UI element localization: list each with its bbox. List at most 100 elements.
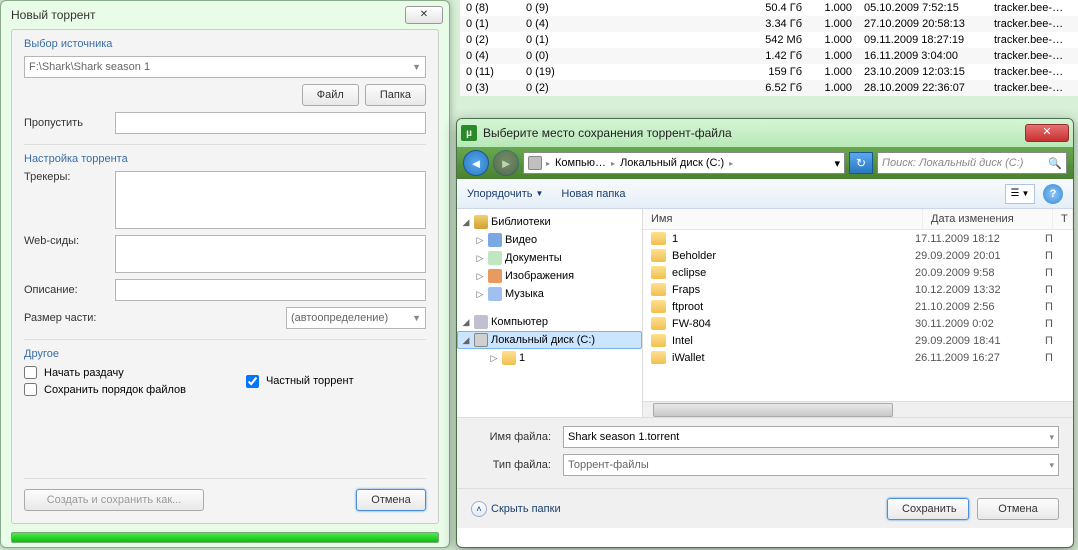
organize-menu[interactable]: Упорядочить▼ bbox=[467, 188, 543, 200]
folder-icon bbox=[651, 249, 666, 262]
table-row[interactable]: 0 (11)0 (19)159 Гб1.00023.10.2009 12:03:… bbox=[460, 64, 1078, 80]
refresh-button[interactable]: ↻ bbox=[849, 152, 873, 174]
tree-local-c[interactable]: ◢Локальный диск (C:) bbox=[457, 331, 642, 349]
filetype-value: Торрент-файлы bbox=[568, 459, 649, 471]
trackers-input[interactable] bbox=[115, 171, 426, 229]
filetype-combo[interactable]: Торрент-файлы ▾ bbox=[563, 454, 1059, 476]
close-button[interactable]: ✕ bbox=[405, 6, 443, 24]
tree-images[interactable]: ▷Изображения bbox=[457, 267, 642, 285]
tree-documents[interactable]: ▷Документы bbox=[457, 249, 642, 267]
folder-tree[interactable]: ◢Библиотеки ▷Видео ▷Документы ▷Изображен… bbox=[457, 209, 643, 417]
chevron-right-icon: ▸ bbox=[729, 159, 733, 168]
piece-size-combo[interactable]: (автоопределение) ▼ bbox=[286, 307, 426, 329]
trackers-label: Трекеры: bbox=[24, 171, 109, 183]
document-icon bbox=[488, 251, 502, 265]
save-file-dialog: µ Выберите место сохранения торрент-файл… bbox=[456, 118, 1074, 548]
chevron-down-icon: ▾ bbox=[1049, 460, 1054, 471]
preserve-order-checkbox[interactable] bbox=[24, 383, 37, 396]
webseeds-input[interactable] bbox=[115, 235, 426, 273]
tree-video[interactable]: ▷Видео bbox=[457, 231, 642, 249]
file-list-header[interactable]: Имя Дата изменения Т bbox=[643, 209, 1073, 230]
file-row[interactable]: 117.11.2009 18:12П bbox=[643, 230, 1073, 247]
music-icon bbox=[488, 287, 502, 301]
chevron-down-icon[interactable]: ▾ bbox=[834, 157, 840, 170]
library-icon bbox=[474, 215, 488, 229]
folder-button[interactable]: Папка bbox=[365, 84, 426, 106]
desc-input[interactable] bbox=[115, 279, 426, 301]
search-input[interactable]: Поиск: Локальный диск (C:) 🔍 bbox=[877, 152, 1067, 174]
cancel-button[interactable]: Отмена bbox=[977, 498, 1059, 520]
preserve-order-label: Сохранить порядок файлов bbox=[44, 384, 186, 396]
titlebar[interactable]: Новый торрент ✕ bbox=[1, 1, 449, 29]
table-row[interactable]: 0 (1)0 (4)3.34 Гб1.00027.10.2009 20:58:1… bbox=[460, 16, 1078, 32]
col-type[interactable]: Т bbox=[1053, 209, 1073, 229]
create-save-button[interactable]: Создать и сохранить как... bbox=[24, 489, 204, 511]
filename-value: Shark season 1.torrent bbox=[568, 431, 679, 443]
table-row[interactable]: 0 (8)0 (9)50.4 Гб1.00005.10.2009 7:52:15… bbox=[460, 0, 1078, 16]
source-path-combo[interactable]: F:\Shark\Shark season 1 ▼ bbox=[24, 56, 426, 78]
file-row[interactable]: FW-80430.11.2009 0:02П bbox=[643, 315, 1073, 332]
crumb-local-c[interactable]: Локальный диск (C:) bbox=[617, 157, 727, 169]
table-row[interactable]: 0 (3)0 (2)6.52 Гб1.00028.10.2009 22:36:0… bbox=[460, 80, 1078, 96]
start-seeding-checkbox[interactable] bbox=[24, 366, 37, 379]
nav-bar: ◄ ► ▸ Компью… ▸ Локальный диск (C:) ▸ ▾ … bbox=[457, 147, 1073, 179]
window-title: Новый торрент bbox=[7, 8, 405, 22]
private-torrent-label: Частный торрент bbox=[266, 375, 354, 387]
file-button[interactable]: Файл bbox=[302, 84, 359, 106]
file-row[interactable]: Intel29.09.2009 18:41П bbox=[643, 332, 1073, 349]
chevron-right-icon: ▸ bbox=[611, 159, 615, 168]
forward-button[interactable]: ► bbox=[493, 150, 519, 176]
table-row[interactable]: 0 (4)0 (0)1.42 Гб1.00016.11.2009 3:04:00… bbox=[460, 48, 1078, 64]
col-modified[interactable]: Дата изменения bbox=[923, 209, 1053, 229]
tree-folder-1[interactable]: ▷1 bbox=[457, 349, 642, 367]
folder-icon bbox=[651, 334, 666, 347]
titlebar[interactable]: µ Выберите место сохранения торрент-файл… bbox=[457, 119, 1073, 147]
crumb-computer[interactable]: Компью… bbox=[552, 157, 609, 169]
tree-computer[interactable]: ◢Компьютер bbox=[457, 313, 642, 331]
private-torrent-checkbox[interactable] bbox=[246, 375, 259, 388]
hide-folders-toggle[interactable]: ˄ Скрыть папки bbox=[471, 501, 561, 517]
chevron-right-icon: ▸ bbox=[546, 159, 550, 168]
source-path-value: F:\Shark\Shark season 1 bbox=[29, 61, 150, 73]
filename-input[interactable]: Shark season 1.torrent ▾ bbox=[563, 426, 1059, 448]
view-mode-button[interactable]: ☰▼ bbox=[1005, 184, 1035, 204]
close-button[interactable]: ✕ bbox=[1025, 124, 1069, 142]
folder-icon bbox=[502, 351, 516, 365]
chevron-down-icon: ▾ bbox=[1049, 432, 1054, 443]
file-row[interactable]: Beholder29.09.2009 20:01П bbox=[643, 247, 1073, 264]
tree-music[interactable]: ▷Музыка bbox=[457, 285, 642, 303]
scrollbar-thumb[interactable] bbox=[653, 403, 893, 417]
help-button[interactable]: ? bbox=[1043, 184, 1063, 204]
new-torrent-dialog: Новый торрент ✕ Выбор источника F:\Shark… bbox=[0, 0, 450, 548]
piece-size-value: (автоопределение) bbox=[291, 312, 388, 324]
utorrent-icon: µ bbox=[461, 125, 477, 141]
search-placeholder: Поиск: Локальный диск (C:) bbox=[882, 157, 1023, 169]
folder-icon bbox=[651, 283, 666, 296]
filetype-label: Тип файла: bbox=[471, 459, 551, 471]
skip-input[interactable] bbox=[115, 112, 426, 134]
search-icon: 🔍 bbox=[1048, 157, 1062, 170]
settings-section-title: Настройка торрента bbox=[24, 153, 426, 165]
other-section-title: Другое bbox=[24, 348, 426, 360]
address-bar[interactable]: ▸ Компью… ▸ Локальный диск (C:) ▸ ▾ bbox=[523, 152, 845, 174]
desc-label: Описание: bbox=[24, 284, 109, 296]
tree-libraries[interactable]: ◢Библиотеки bbox=[457, 213, 642, 231]
col-name[interactable]: Имя bbox=[643, 209, 923, 229]
chevron-down-icon: ▼ bbox=[412, 313, 421, 323]
save-button[interactable]: Сохранить bbox=[887, 498, 969, 520]
new-folder-button[interactable]: Новая папка bbox=[561, 188, 625, 200]
folder-icon bbox=[651, 266, 666, 279]
back-button[interactable]: ◄ bbox=[463, 150, 489, 176]
table-row[interactable]: 0 (2)0 (1)542 Мб1.00009.11.2009 18:27:19… bbox=[460, 32, 1078, 48]
cancel-button[interactable]: Отмена bbox=[356, 489, 426, 511]
drive-icon bbox=[528, 156, 542, 170]
progress-bar bbox=[11, 532, 439, 543]
file-row[interactable]: ftproot21.10.2009 2:56П bbox=[643, 298, 1073, 315]
file-row[interactable]: Fraps10.12.2009 13:32П bbox=[643, 281, 1073, 298]
folder-icon bbox=[651, 300, 666, 313]
folder-icon bbox=[651, 351, 666, 364]
file-list: Имя Дата изменения Т 117.11.2009 18:12ПB… bbox=[643, 209, 1073, 417]
horizontal-scrollbar[interactable] bbox=[643, 401, 1073, 417]
file-row[interactable]: eclipse20.09.2009 9:58П bbox=[643, 264, 1073, 281]
file-row[interactable]: iWallet26.11.2009 16:27П bbox=[643, 349, 1073, 366]
